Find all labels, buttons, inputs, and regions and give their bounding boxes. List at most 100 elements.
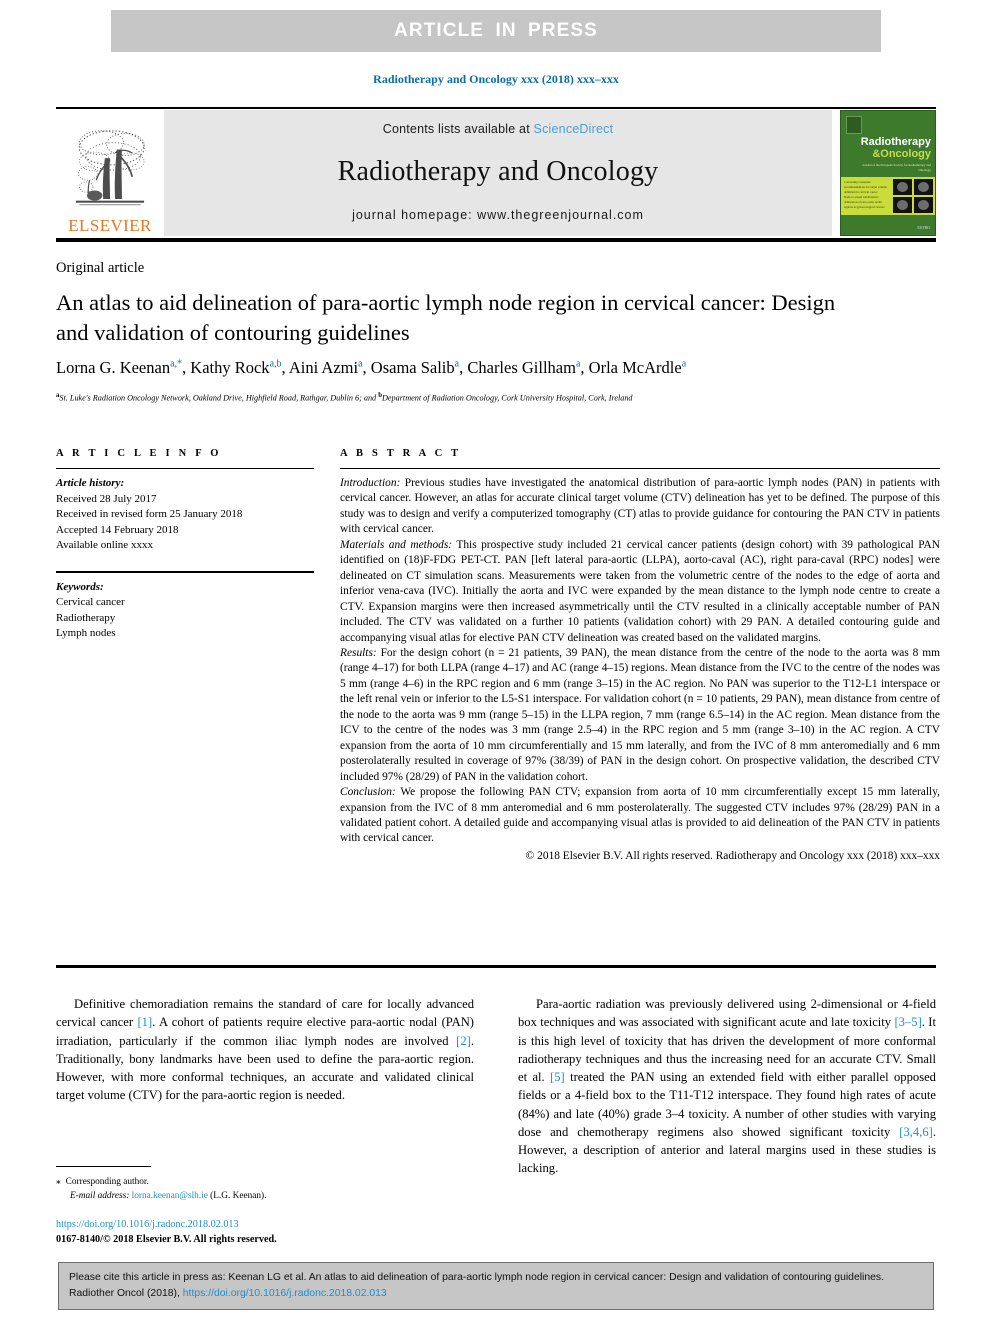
cover-band-line2: Node-to-vessel subdivisions: delineation… [844, 195, 885, 210]
author-affiliation-marker: a [358, 358, 363, 370]
reference-link[interactable]: [5] [550, 1070, 565, 1084]
author-name: Osama Salib [370, 358, 455, 377]
abstract-section: Materials and methods: This prospective … [340, 538, 940, 646]
cover-title-line1: Radiotherapy [860, 136, 931, 148]
history-item: Received in revised form 25 January 2018 [56, 508, 243, 521]
abstract-body: Introduction: Previous studies have inve… [340, 476, 940, 847]
ct-thumbnail [913, 179, 933, 196]
email-suffix: (L.G. Keenan). [207, 1190, 267, 1201]
abstract-heading: A B S T R A C T [340, 448, 462, 459]
reference-link[interactable]: [1] [137, 1015, 152, 1029]
body-top-rule [56, 965, 936, 968]
footnote-rule [56, 1166, 151, 1168]
doi-link[interactable]: https://doi.org/10.1016/j.radonc.2018.02… [56, 1218, 486, 1233]
affiliation-a-text: St. Luke's Radiation Oncology Network, O… [59, 393, 379, 403]
abstract-divider [340, 468, 940, 469]
author-name: Aini Azmi [288, 358, 359, 377]
article-info-column: A R T I C L E I N F O Article history: R… [56, 448, 314, 642]
corresponding-author-footnote: ⁎ Corresponding author. E-mail address: l… [56, 1176, 486, 1204]
keyword-item: Radiotherapy [56, 611, 116, 624]
author-affiliation-marker: a,b [269, 358, 282, 370]
keywords-block: Keywords: Cervical cancer Radiotherapy L… [56, 580, 314, 642]
contents-prefix: Contents lists available at [382, 122, 534, 136]
masthead-bottom-rule [56, 238, 936, 242]
cover-title-line2: &Oncology [872, 148, 931, 160]
reference-link[interactable]: [3,4,6] [899, 1125, 933, 1139]
author-affiliation-marker: a [575, 358, 581, 370]
issn-copyright-line: 0167-8140/© 2018 Elsevier B.V. All right… [56, 1233, 277, 1245]
abstract-section: Introduction: Previous studies have inve… [340, 476, 940, 538]
abstract-section: Conclusion: We propose the following PAN… [340, 785, 940, 847]
email-label: E-mail address: [70, 1190, 130, 1201]
sciencedirect-link[interactable]: ScienceDirect [534, 122, 614, 136]
reference-link[interactable]: [2] [456, 1034, 471, 1048]
masthead-top-rule [56, 107, 936, 109]
history-item: Received 28 July 2017 [56, 492, 157, 505]
body-column-left: Definitive chemoradiation remains the st… [56, 995, 474, 1105]
author-name: Kathy Rock [190, 358, 270, 377]
body-text: treated the PAN using an extended field … [518, 1070, 936, 1139]
author-name: Orla McArdle [588, 358, 682, 377]
reference-link[interactable]: [3–5] [894, 1015, 921, 1029]
cover-ct-image-grid [891, 177, 935, 215]
abstract-section-label: Introduction: [340, 477, 401, 489]
abstract-section-text: For the design cohort (n = 21 patients, … [340, 646, 940, 783]
author-affiliation-marker: a [454, 358, 460, 370]
keyword-item: Lymph nodes [56, 627, 116, 640]
history-item: Accepted 14 February 2018 [56, 523, 179, 536]
contents-list-line: Contents lists available at ScienceDirec… [383, 122, 614, 136]
journal-cover-thumbnail: Radiotherapy &Oncology Journal of the Eu… [840, 110, 936, 236]
article-in-press-banner: ARTICLE IN PRESS [111, 10, 881, 52]
email-line: E-mail address: lorna.keenan@slh.ie (L.G… [56, 1190, 486, 1204]
abstract-section-text: Previous studies have investigated the a… [340, 477, 940, 536]
abstract-section-label: Conclusion: [340, 786, 396, 799]
elsevier-wordmark: ELSEVIER [68, 216, 152, 235]
journal-masthead: ELSEVIER Contents lists available at Sci… [56, 110, 936, 236]
abstract-copyright: © 2018 Elsevier B.V. All rights reserved… [525, 849, 940, 862]
journal-homepage-line[interactable]: journal homepage: www.thegreenjournal.co… [352, 208, 644, 222]
abstract-column: A B S T R A C T Introduction: Previous s… [340, 448, 940, 862]
author-affiliation-marker: a,* [170, 358, 183, 370]
citation-doi-link[interactable]: https://doi.org/10.1016/j.radonc.2018.02… [183, 1288, 387, 1299]
keyword-item: Cervical cancer [56, 596, 125, 609]
abstract-section-label: Materials and methods: [340, 538, 453, 551]
elsevier-tree-icon [75, 130, 145, 206]
author-name: Charles Gillham [467, 358, 576, 377]
article-in-press-label: ARTICLE IN PRESS [394, 20, 598, 41]
cover-highlight-band: Contouring consensus recommendations for… [841, 177, 935, 215]
ct-thumbnail [913, 196, 933, 213]
keywords-label: Keywords: [56, 580, 104, 593]
cover-subtitle: Journal of the European Society for Radi… [862, 163, 931, 172]
abstract-section-text: This prospective study included 21 cervi… [340, 538, 940, 644]
article-history-label: Article history: [56, 477, 125, 489]
author-list: Lorna G. Keenana,*, Kathy Rocka,b, Aini … [56, 358, 687, 377]
corresponding-author-line: ⁎ Corresponding author. [56, 1176, 486, 1190]
cover-publisher-mark: ESTRO [917, 224, 930, 230]
body-paragraph: Para-aortic radiation was previously del… [518, 995, 936, 1178]
cover-band-text: Contouring consensus recommendations for… [841, 177, 891, 215]
citation-notice-box: Please cite this article in press as: Ke… [58, 1262, 934, 1310]
masthead-center: Contents lists available at ScienceDirec… [164, 110, 832, 236]
article-info-divider [56, 468, 314, 469]
body-paragraph: Definitive chemoradiation remains the st… [56, 995, 474, 1105]
abstract-section-text: We propose the following PAN CTV; expans… [340, 786, 940, 845]
author-affiliation-marker: a [681, 358, 687, 370]
ct-thumbnail [893, 179, 913, 196]
doi-block: https://doi.org/10.1016/j.radonc.2018.02… [56, 1218, 486, 1248]
affiliation-b-text: Department of Radiation Oncology, Cork U… [382, 393, 633, 403]
author-affiliations: aSt. Luke's Radiation Oncology Network, … [56, 392, 946, 404]
body-text: Para-aortic radiation was previously del… [518, 997, 936, 1030]
abstract-section-label: Results: [340, 646, 377, 659]
author-name: Lorna G. Keenan [56, 358, 171, 377]
corresponding-author-text: Corresponding author. [65, 1177, 149, 1187]
history-item: Available online xxxx [56, 539, 153, 552]
ct-thumbnail [893, 196, 913, 213]
journal-reference-line: Radiotherapy and Oncology xxx (2018) xxx… [373, 72, 619, 86]
abstract-section: Results: For the design cohort (n = 21 p… [340, 646, 940, 785]
journal-title: Radiotherapy and Oncology [337, 156, 659, 187]
body-column-right: Para-aortic radiation was previously del… [518, 995, 936, 1178]
article-history-block: Article history: Received 28 July 2017 R… [56, 476, 314, 554]
article-info-heading: A R T I C L E I N F O [56, 448, 222, 459]
email-link[interactable]: lorna.keenan@slh.ie [132, 1191, 208, 1201]
elsevier-logo: ELSEVIER [56, 110, 164, 236]
